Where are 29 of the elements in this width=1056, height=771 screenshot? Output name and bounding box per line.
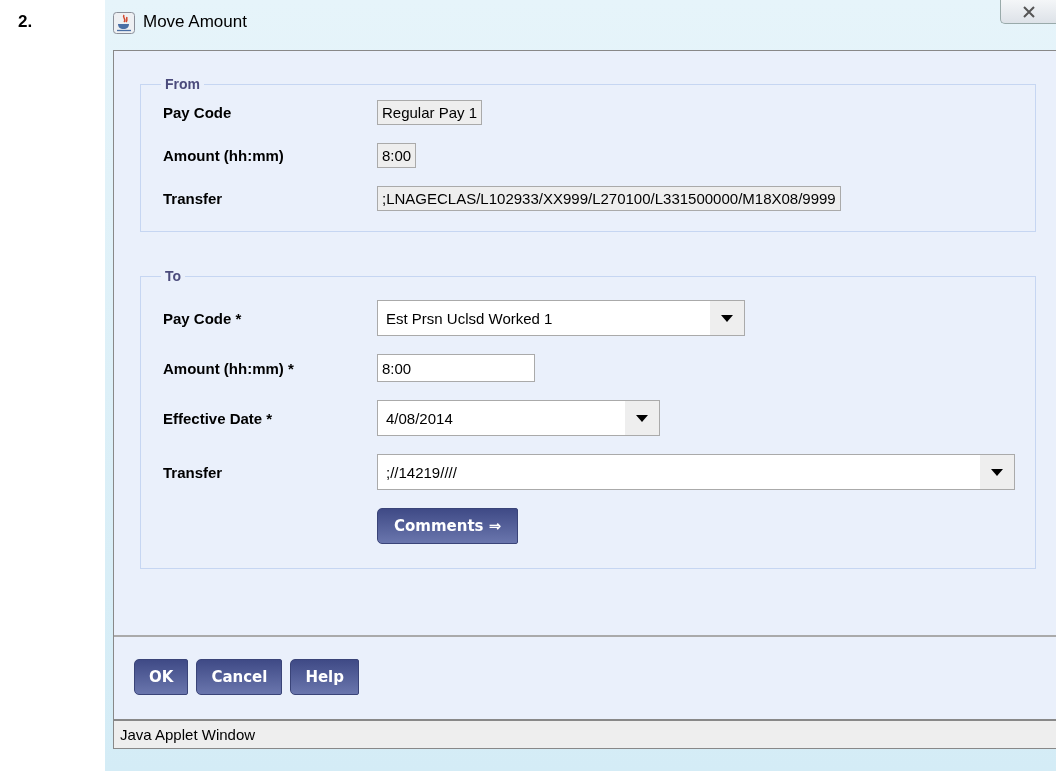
java-cup-icon <box>113 12 135 34</box>
field-label: Amount (hh:mm) * <box>163 359 295 377</box>
dropdown-arrow-icon <box>636 414 648 422</box>
field-label: Pay Code <box>163 104 233 121</box>
dialog-button[interactable]: Help <box>290 659 359 695</box>
readonly-field: Regular Pay 1 <box>377 100 483 125</box>
dropdown-field[interactable]: Est Prsn Uclsd Worked 1 <box>377 300 745 336</box>
field-label: Transfer <box>163 463 224 481</box>
field-label: Effective Date * <box>163 409 274 427</box>
group-title: From <box>164 76 201 92</box>
field-label: Transfer <box>163 190 224 207</box>
step-number: 2. <box>18 12 33 31</box>
comments-button[interactable]: Comments ⇒ <box>377 508 519 544</box>
dropdown-field[interactable]: ;//14219//// <box>377 454 1015 490</box>
input-field[interactable]: 8:00 <box>377 354 535 382</box>
close-icon <box>1021 5 1036 18</box>
dropdown-arrow-icon <box>991 468 1003 476</box>
window-title: Move Amount <box>143 12 247 32</box>
readonly-field: ;LNAGECLAS/L102933/XX999/L270100/L331500000/M18X08/9999 <box>377 186 841 211</box>
dialog-button[interactable]: Cancel <box>196 659 283 695</box>
readonly-field: 8:00 <box>377 143 417 168</box>
field-label: Pay Code * <box>163 309 243 327</box>
dropdown-field[interactable]: 4/08/2014 <box>377 400 660 436</box>
dropdown-arrow-icon <box>721 314 733 322</box>
dialog-button[interactable]: OK <box>134 659 189 695</box>
group-title: To <box>164 268 183 284</box>
field-label: Amount (hh:mm) <box>163 147 285 164</box>
status-bar: Java Applet Window <box>114 719 1056 748</box>
close-button[interactable] <box>1000 0 1056 24</box>
